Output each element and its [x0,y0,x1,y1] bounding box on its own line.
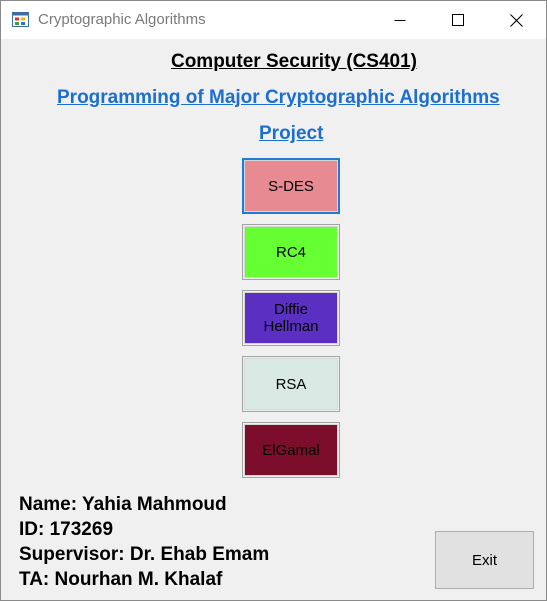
sdes-button[interactable]: S-DES [242,158,340,214]
rc4-button[interactable]: RC4 [242,224,340,280]
rsa-button-label: RSA [244,358,338,410]
student-id: ID: 173269 [19,519,114,540]
sdes-button-label: S-DES [244,160,338,212]
ta-name: TA: Nourhan M. Khalaf [19,569,223,590]
diffie-hellman-button[interactable]: Diffie Hellman [242,290,340,346]
maximize-icon [452,14,464,26]
main-window: Cryptographic Algorithms Computer Securi… [0,0,547,601]
diffie-hellman-button-label: Diffie Hellman [244,292,338,344]
student-name: Name: Yahia Mahmoud [19,494,227,515]
close-button[interactable] [487,1,545,39]
window-title: Cryptographic Algorithms [38,11,206,28]
minimize-icon [394,14,406,26]
title-bar[interactable]: Cryptographic Algorithms [1,1,546,39]
app-form-icon [12,12,29,27]
course-heading: Computer Security (CS401) [170,51,417,72]
project-link[interactable]: Project [259,123,323,145]
supervisor-name: Supervisor: Dr. Ehab Emam [19,544,270,565]
elgamal-button[interactable]: ElGamal [242,422,340,478]
rc4-button-label: RC4 [244,226,338,278]
maximize-button[interactable] [429,1,487,39]
elgamal-button-label: ElGamal [244,424,338,476]
minimize-button[interactable] [371,1,429,39]
project-title-link[interactable]: Programming of Major Cryptographic Algor… [57,87,500,109]
close-icon [509,13,523,27]
exit-button[interactable]: Exit [435,531,534,589]
rsa-button[interactable]: RSA [242,356,340,412]
